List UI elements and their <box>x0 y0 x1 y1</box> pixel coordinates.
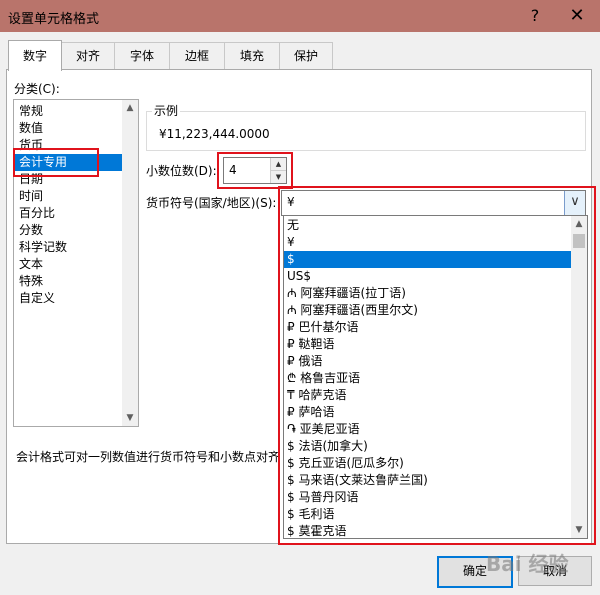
category-item-date[interactable]: 日期 <box>19 171 43 188</box>
tab-fill[interactable]: 填充 <box>224 42 280 69</box>
decimal-places-stepper[interactable]: 4 ▲ ▼ <box>223 157 287 184</box>
category-item-percentage[interactable]: 百分比 <box>19 205 55 222</box>
currency-option[interactable]: ₼ 阿塞拜疆语(西里尔文) <box>284 302 572 319</box>
watermark: Bai 经验 <box>486 552 569 576</box>
currency-option[interactable]: $ 马普丹冈语 <box>284 489 572 506</box>
category-item-accounting[interactable]: 会计专用 <box>15 154 123 171</box>
currency-option[interactable]: 无 <box>284 217 572 234</box>
scroll-up-icon[interactable]: ▲ <box>122 100 138 116</box>
currency-option[interactable]: ¥ <box>284 234 572 251</box>
currency-option[interactable]: ₽ 巴什基尔语 <box>284 319 572 336</box>
currency-symbol-value: ¥ <box>287 195 295 209</box>
currency-option[interactable]: ֏ 亚美尼亚语 <box>284 421 572 438</box>
currency-option[interactable]: $ 法语(加拿大) <box>284 438 572 455</box>
chevron-down-icon[interactable]: ∨ <box>564 191 585 215</box>
help-button[interactable]: ? <box>520 4 550 28</box>
currency-option[interactable]: ₸ 哈萨克语 <box>284 387 572 404</box>
tab-border[interactable]: 边框 <box>169 42 225 69</box>
scrollbar-thumb[interactable] <box>573 234 585 248</box>
category-item-general[interactable]: 常规 <box>19 103 43 120</box>
sample-value: ¥11,223,444.0000 <box>159 127 270 141</box>
decimal-places-value[interactable]: 4 <box>229 163 237 177</box>
tab-number[interactable]: 数字 <box>8 40 62 71</box>
currency-dropdown-list[interactable]: 无 ¥ $ US$ ₼ 阿塞拜疆语(拉丁语) ₼ 阿塞拜疆语(西里尔文) ₽ 巴… <box>283 215 588 539</box>
sample-label: 示例 <box>152 102 181 119</box>
scroll-down-icon[interactable]: ▼ <box>122 410 138 426</box>
scroll-down-icon[interactable]: ▼ <box>571 522 587 538</box>
category-item-special[interactable]: 特殊 <box>19 273 43 290</box>
category-item-custom[interactable]: 自定义 <box>19 290 55 307</box>
currency-symbol-combo[interactable]: ¥ ∨ <box>281 190 586 216</box>
category-item-time[interactable]: 时间 <box>19 188 43 205</box>
spin-up-icon[interactable]: ▲ <box>270 158 286 170</box>
format-cells-dialog: 设置单元格格式 ? ✕ 数字 对齐 字体 边框 填充 保护 分类(C): 常规 … <box>0 0 600 595</box>
currency-option[interactable]: ₽ 鞑靼语 <box>284 336 572 353</box>
currency-symbol-label: 货币符号(国家/地区)(S): <box>146 196 277 210</box>
category-item-scientific[interactable]: 科学记数 <box>19 239 67 256</box>
currency-option[interactable]: $ 马来语(文莱达鲁萨兰国) <box>284 472 572 489</box>
decimal-places-label: 小数位数(D): <box>146 164 217 178</box>
sample-group: ¥11,223,444.0000 <box>146 111 586 151</box>
currency-option[interactable]: ₼ 阿塞拜疆语(拉丁语) <box>284 285 572 302</box>
close-button[interactable]: ✕ <box>562 3 592 29</box>
category-scrollbar[interactable]: ▲ ▼ <box>122 100 138 426</box>
currency-option[interactable]: $ 克丘亚语(厄瓜多尔) <box>284 455 572 472</box>
currency-option[interactable]: ₽ 俄语 <box>284 353 572 370</box>
format-description: 会计格式可对一列数值进行货币符号和小数点对齐。 <box>16 450 278 464</box>
category-item-text[interactable]: 文本 <box>19 256 43 273</box>
scroll-up-icon[interactable]: ▲ <box>571 216 587 232</box>
category-label: 分类(C): <box>14 82 60 96</box>
currency-option[interactable]: ₾ 格鲁吉亚语 <box>284 370 572 387</box>
category-item-number[interactable]: 数值 <box>19 120 43 137</box>
tab-font[interactable]: 字体 <box>114 42 170 69</box>
category-item-fraction[interactable]: 分数 <box>19 222 43 239</box>
category-item-currency[interactable]: 货币 <box>19 137 43 154</box>
currency-scrollbar[interactable]: ▲ ▼ <box>571 216 587 538</box>
dialog-title: 设置单元格格式 <box>8 12 100 27</box>
currency-option-selected[interactable]: $ <box>284 251 572 268</box>
tab-alignment[interactable]: 对齐 <box>61 42 115 69</box>
currency-option[interactable]: ₽ 萨哈语 <box>284 404 572 421</box>
currency-option[interactable]: $ 毛利语 <box>284 506 572 523</box>
tab-protection[interactable]: 保护 <box>279 42 333 69</box>
category-list[interactable]: 常规 数值 货币 会计专用 日期 时间 百分比 分数 科学记数 文本 特殊 自定… <box>13 99 139 427</box>
spin-down-icon[interactable]: ▼ <box>270 170 286 183</box>
currency-option[interactable]: US$ <box>284 268 572 285</box>
currency-option[interactable]: $ 莫霍克语 <box>284 523 572 538</box>
title-bar: 设置单元格格式 ? ✕ <box>0 0 600 32</box>
